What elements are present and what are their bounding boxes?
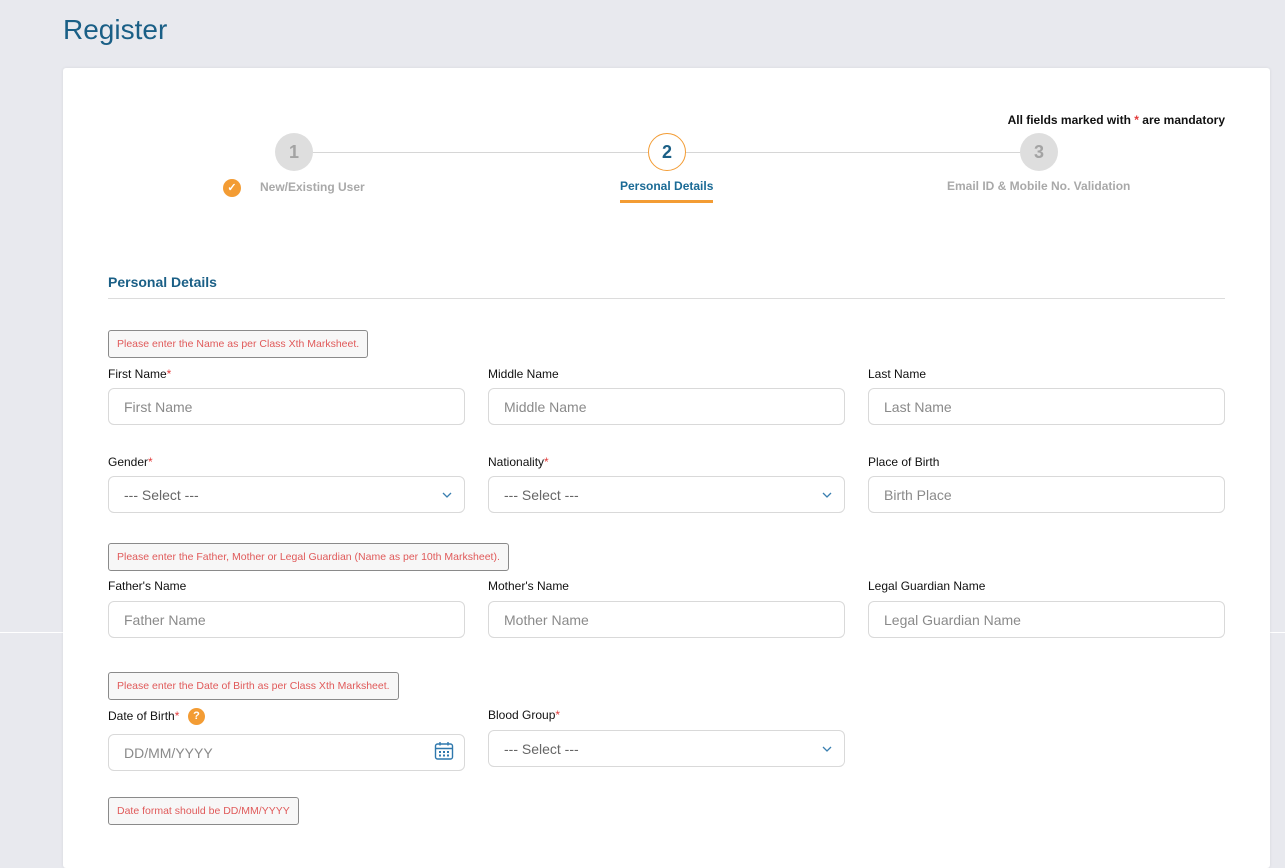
first-name-label: First Name* [108,367,171,381]
chevron-down-icon [822,746,832,752]
step-3-circle[interactable]: 3 [1020,133,1058,171]
parents-hint-note: Please enter the Father, Mother or Legal… [108,543,509,571]
required-star: * [555,708,561,722]
dob-label-text: Date of Birth [108,709,175,723]
middle-name-input[interactable] [488,388,845,425]
nationality-label-text: Nationality [488,455,545,469]
mother-name-input[interactable] [488,601,845,638]
guardian-name-input[interactable] [868,601,1225,638]
nationality-select[interactable]: --- Select --- [488,476,845,513]
required-star: * [166,367,172,381]
gender-label: Gender* [108,455,153,469]
guardian-name-label: Legal Guardian Name [868,579,986,593]
page-title: Register [63,14,168,45]
date-format-error: Date format should be DD/MM/YYYY [108,797,299,825]
section-divider [108,298,1225,299]
mandatory-note: All fields marked with * are mandatory [1008,113,1225,127]
blood-group-label: Blood Group* [488,708,560,722]
required-star: * [544,455,549,469]
gender-label-text: Gender [108,455,149,469]
calendar-icon[interactable] [434,741,454,761]
mandatory-note-star: * [1134,113,1139,127]
last-name-input[interactable] [868,388,1225,425]
dob-hint-note: Please enter the Date of Birth as per Cl… [108,672,399,700]
step-2-circle[interactable]: 2 [648,133,686,171]
chevron-down-icon [442,492,452,498]
father-name-label: Father's Name [108,579,187,593]
father-name-input[interactable] [108,601,465,638]
mother-name-label: Mother's Name [488,579,569,593]
section-title: Personal Details [108,274,217,290]
stepper-connector-1 [312,152,648,153]
gender-select[interactable]: --- Select --- [108,476,465,513]
required-star: * [174,709,180,723]
step-1-circle[interactable]: 1 [275,133,313,171]
place-of-birth-input[interactable] [868,476,1225,513]
name-hint-note: Please enter the Name as per Class Xth M… [108,330,369,358]
gender-select-value: --- Select --- [124,487,199,503]
last-name-label: Last Name [868,367,927,381]
required-star: * [148,455,153,469]
first-name-label-text: First Name [108,367,167,381]
dob-label: Date of Birth* [108,709,179,723]
nationality-label: Nationality* [488,455,549,469]
dob-input[interactable] [108,734,465,771]
stepper-connector-2 [685,152,1021,153]
blood-group-select-value: --- Select --- [504,741,579,757]
blood-group-label-text: Blood Group [488,708,556,722]
step-1-label[interactable]: New/Existing User [260,180,365,194]
mandatory-note-suffix: are mandatory [1142,113,1225,127]
active-step-underline [620,200,713,203]
first-name-input[interactable] [108,388,465,425]
place-of-birth-label: Place of Birth [868,455,940,469]
step-2-label[interactable]: Personal Details [620,179,713,193]
mandatory-note-prefix: All fields marked with [1007,113,1131,127]
nationality-select-value: --- Select --- [504,487,579,503]
blood-group-select[interactable]: --- Select --- [488,730,845,767]
check-icon: ✓ [223,179,241,197]
help-icon[interactable]: ? [188,708,205,725]
registration-card: All fields marked with * are mandatory 1… [63,68,1270,868]
chevron-down-icon [822,492,832,498]
step-3-label[interactable]: Email ID & Mobile No. Validation [947,179,1130,193]
middle-name-label: Middle Name [488,367,559,381]
